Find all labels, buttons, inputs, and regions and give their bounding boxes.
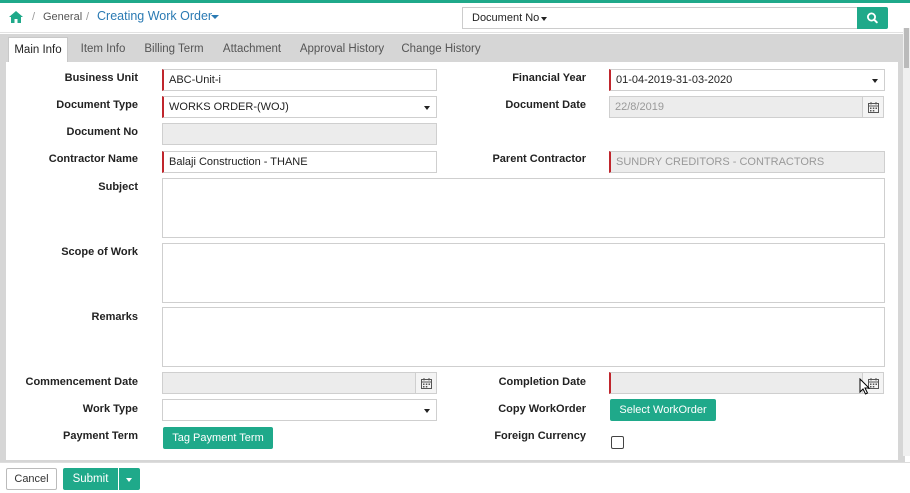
search-button[interactable] bbox=[857, 7, 888, 29]
commencement-date-label: Commencement Date bbox=[25, 376, 138, 388]
home-icon[interactable] bbox=[8, 10, 24, 24]
search-icon bbox=[866, 12, 878, 24]
calendar-button[interactable] bbox=[415, 372, 437, 394]
foreign-currency-label: Foreign Currency bbox=[494, 430, 586, 442]
financial-year-value: 01-04-2019-31-03-2020 bbox=[616, 74, 733, 86]
scope-of-work-label: Scope of Work bbox=[61, 246, 138, 258]
breadcrumb-separator: / bbox=[86, 11, 90, 23]
caret-down-icon[interactable] bbox=[211, 15, 219, 19]
caret-down-icon bbox=[541, 17, 547, 21]
search-input[interactable] bbox=[556, 7, 858, 29]
commencement-date-field[interactable] bbox=[162, 372, 416, 394]
tab-approval-history[interactable]: Approval History bbox=[294, 37, 390, 62]
tab-attachment[interactable]: Attachment bbox=[216, 37, 288, 62]
financial-year-label: Financial Year bbox=[512, 72, 586, 84]
tag-payment-term-button[interactable]: Tag Payment Term bbox=[163, 427, 273, 449]
document-date-label: Document Date bbox=[505, 99, 586, 111]
breadcrumb-separator: / bbox=[32, 11, 36, 23]
subject-label: Subject bbox=[98, 181, 138, 193]
tab-item-info[interactable]: Item Info bbox=[74, 37, 132, 62]
completion-date-label: Completion Date bbox=[498, 376, 586, 388]
document-type-value: WORKS ORDER-(WOJ) bbox=[169, 101, 289, 113]
remarks-label: Remarks bbox=[91, 311, 138, 323]
document-no-field bbox=[162, 123, 437, 145]
header-bar: / General / Creating Work Order Document… bbox=[0, 3, 910, 33]
calendar-icon bbox=[421, 378, 432, 389]
payment-term-label: Payment Term bbox=[63, 430, 138, 442]
cancel-button[interactable]: Cancel bbox=[6, 468, 57, 490]
breadcrumb-current-page[interactable]: Creating Work Order bbox=[97, 9, 212, 23]
search-field-selector[interactable]: Document No bbox=[462, 7, 557, 29]
document-type-select[interactable]: WORKS ORDER-(WOJ) bbox=[162, 96, 437, 118]
tab-change-history[interactable]: Change History bbox=[396, 37, 486, 62]
parent-contractor-field: SUNDRY CREDITORS - CONTRACTORS bbox=[609, 151, 885, 173]
document-type-label: Document Type bbox=[56, 99, 138, 111]
business-unit-label: Business Unit bbox=[64, 72, 138, 84]
work-type-label: Work Type bbox=[82, 403, 138, 415]
submit-button[interactable]: Submit bbox=[63, 468, 118, 490]
foreign-currency-checkbox[interactable] bbox=[611, 436, 624, 449]
calendar-button[interactable] bbox=[862, 96, 884, 118]
contractor-name-label: Contractor Name bbox=[48, 153, 138, 165]
tab-main-info[interactable]: Main Info bbox=[8, 37, 68, 62]
copy-workorder-label: Copy WorkOrder bbox=[498, 403, 586, 415]
calendar-icon bbox=[868, 102, 879, 113]
work-type-select[interactable] bbox=[162, 399, 437, 421]
breadcrumb-general[interactable]: General bbox=[43, 11, 82, 23]
caret-down-icon bbox=[424, 106, 430, 110]
financial-year-select[interactable]: 01-04-2019-31-03-2020 bbox=[609, 69, 885, 91]
remarks-textarea[interactable] bbox=[162, 307, 885, 367]
business-unit-field[interactable]: ABC-Unit-i bbox=[162, 69, 437, 91]
document-date-field: 22/8/2019 bbox=[609, 96, 863, 118]
parent-contractor-label: Parent Contractor bbox=[492, 153, 586, 165]
search-field-selector-label: Document No bbox=[472, 12, 540, 24]
mouse-pointer-icon bbox=[859, 378, 871, 395]
caret-down-icon bbox=[872, 79, 878, 83]
scrollbar[interactable] bbox=[903, 28, 910, 456]
contractor-name-field[interactable]: Balaji Construction - THANE bbox=[162, 151, 437, 173]
completion-date-field[interactable] bbox=[609, 372, 863, 394]
scope-of-work-textarea[interactable] bbox=[162, 243, 885, 303]
caret-down-icon bbox=[126, 478, 132, 482]
scrollbar-thumb[interactable] bbox=[904, 28, 909, 68]
tab-billing-term[interactable]: Billing Term bbox=[138, 37, 210, 62]
caret-down-icon bbox=[424, 409, 430, 413]
document-no-label: Document No bbox=[66, 126, 139, 138]
subject-textarea[interactable] bbox=[162, 178, 885, 238]
select-workorder-button[interactable]: Select WorkOrder bbox=[610, 399, 716, 421]
submit-dropdown-button[interactable] bbox=[119, 468, 140, 490]
